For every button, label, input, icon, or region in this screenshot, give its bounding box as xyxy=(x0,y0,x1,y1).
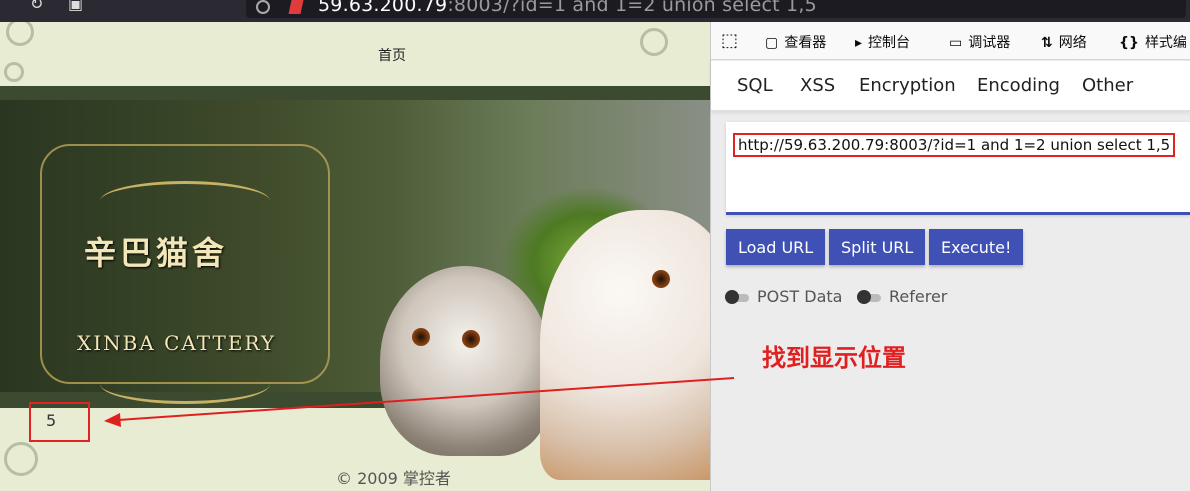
annotation-arrow xyxy=(104,377,735,427)
annotation-label: 找到显示位置 xyxy=(762,344,906,372)
